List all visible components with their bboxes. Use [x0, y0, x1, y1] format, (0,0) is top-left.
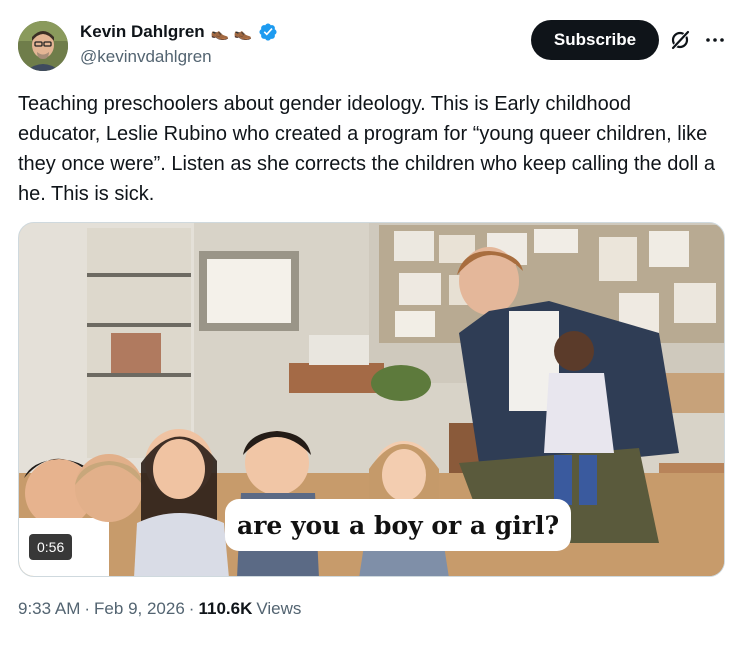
author-display-name[interactable]: Kevin Dahlgren [80, 22, 205, 42]
tweet-time[interactable]: 9:33 AM [18, 599, 80, 619]
author-handle[interactable]: @kevinvdahlgren [80, 47, 212, 67]
views-label: Views [256, 599, 302, 618]
author-name-row: Kevin Dahlgren 👞 👞 [80, 22, 278, 42]
tweet-text: Teaching preschoolers about gender ideol… [18, 93, 721, 205]
boots-emoji: 👞 👞 [210, 24, 253, 41]
meta-separator: · [188, 599, 195, 618]
video-player[interactable]: are you a boy or a girl? 0:56 [18, 222, 725, 577]
video-duration-badge: 0:56 [29, 534, 73, 560]
video-caption: are you a boy or a girl? [225, 499, 572, 551]
subscribe-button[interactable]: Subscribe [531, 20, 659, 60]
views-count[interactable]: 110.6K [198, 599, 252, 619]
grok-icon[interactable] [668, 28, 692, 52]
verified-badge-icon [259, 23, 277, 41]
more-options-icon[interactable] [703, 28, 727, 52]
tweet-metadata: 9:33 AM · Feb 9, 2026 · 110.6K Views [18, 599, 301, 619]
author-avatar[interactable] [18, 21, 68, 71]
meta-separator: · [84, 599, 91, 618]
tweet-date[interactable]: Feb 9, 2026 [94, 599, 185, 619]
tweet-card: Kevin Dahlgren 👞 👞 @kevinvdahlgren Subsc… [0, 0, 742, 645]
